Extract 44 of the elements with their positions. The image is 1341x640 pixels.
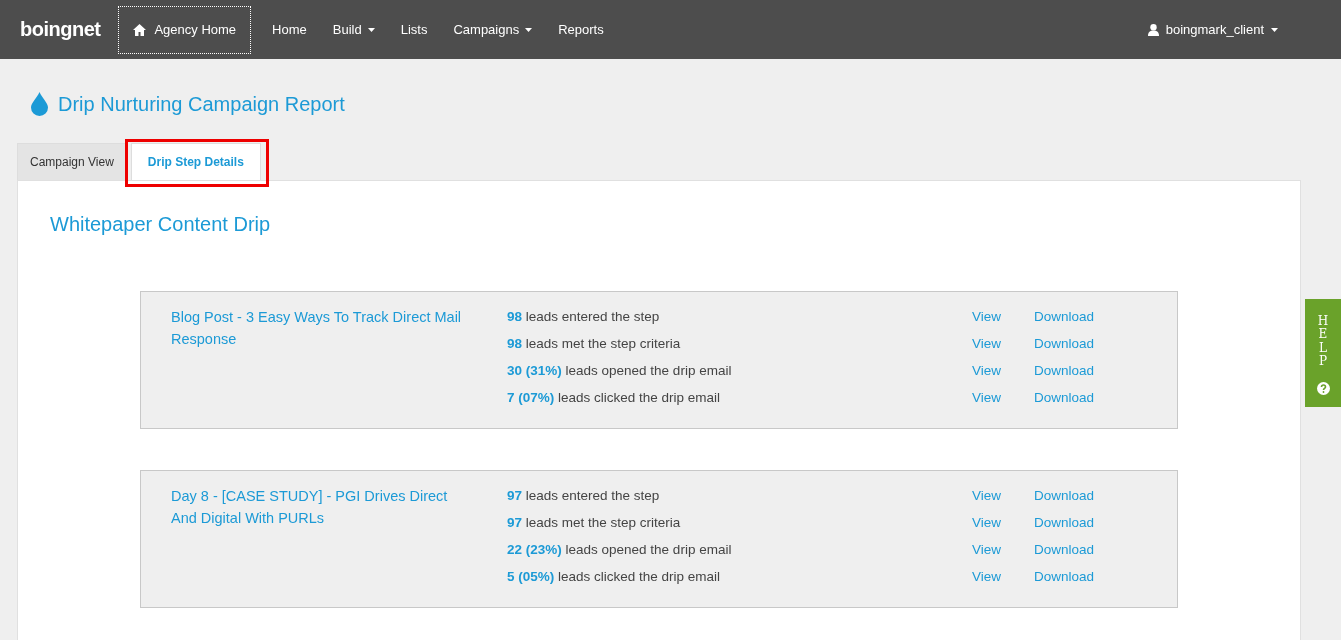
- view-link[interactable]: View: [972, 333, 1034, 354]
- question-icon: [1316, 382, 1330, 395]
- view-link[interactable]: View: [972, 485, 1034, 506]
- download-link[interactable]: Download: [1034, 306, 1095, 327]
- nav-link[interactable]: Lists: [387, 22, 441, 37]
- stat-text: 5 (05%) leads clicked the drip email: [507, 568, 722, 586]
- stat-text: 98 leads met the step criteria: [507, 335, 682, 353]
- download-link[interactable]: Download: [1034, 387, 1095, 408]
- download-link[interactable]: Download: [1034, 333, 1095, 354]
- view-link[interactable]: View: [972, 306, 1034, 327]
- step-title-link[interactable]: Day 8 - [CASE STUDY] - PGI Drives Direct And Digital With PURLs: [171, 485, 471, 593]
- droplet-icon: [31, 92, 48, 116]
- stat-text: 98 leads entered the step: [507, 308, 661, 326]
- campaign-title: Whitepaper Content Drip: [50, 213, 272, 236]
- download-link[interactable]: Download: [1034, 485, 1095, 506]
- user-menu[interactable]: boingmark_client: [1134, 22, 1291, 37]
- view-link[interactable]: View: [972, 566, 1034, 587]
- nav-link[interactable]: Reports: [545, 22, 617, 37]
- nav-link[interactable]: Campaigns: [440, 22, 546, 37]
- view-link[interactable]: View: [972, 539, 1034, 560]
- logo[interactable]: boingnet: [20, 18, 101, 41]
- page-title: Drip Nurturing Campaign Report: [58, 92, 345, 116]
- download-link[interactable]: Download: [1034, 512, 1095, 533]
- home-icon: [133, 23, 147, 36]
- tab[interactable]: Drip Step Details: [130, 143, 261, 180]
- stat-text: 30 (31%) leads opened the drip email: [507, 362, 733, 380]
- caret-icon: [1271, 27, 1278, 32]
- nav-link[interactable]: Build: [319, 22, 388, 37]
- download-link[interactable]: Download: [1034, 360, 1095, 381]
- view-link[interactable]: View: [972, 512, 1034, 533]
- stat-text: 97 leads entered the step: [507, 487, 661, 505]
- download-link[interactable]: Download: [1034, 566, 1095, 587]
- help-tab[interactable]: HELP: [1305, 299, 1341, 407]
- stat-text: 97 leads met the step criteria: [507, 514, 682, 532]
- tab[interactable]: Campaign View: [17, 143, 127, 180]
- agency-home-link[interactable]: Agency Home: [118, 5, 252, 54]
- view-link[interactable]: View: [972, 387, 1034, 408]
- stat-text: 7 (07%) leads clicked the drip email: [507, 389, 722, 407]
- download-link[interactable]: Download: [1034, 539, 1095, 560]
- step-title-link[interactable]: Blog Post - 3 Easy Ways To Track Direct Mail Response: [171, 306, 471, 414]
- view-link[interactable]: View: [972, 360, 1034, 381]
- nav-link[interactable]: Home: [259, 22, 320, 37]
- stat-text: 22 (23%) leads opened the drip email: [507, 541, 733, 559]
- user-icon: [1147, 23, 1159, 36]
